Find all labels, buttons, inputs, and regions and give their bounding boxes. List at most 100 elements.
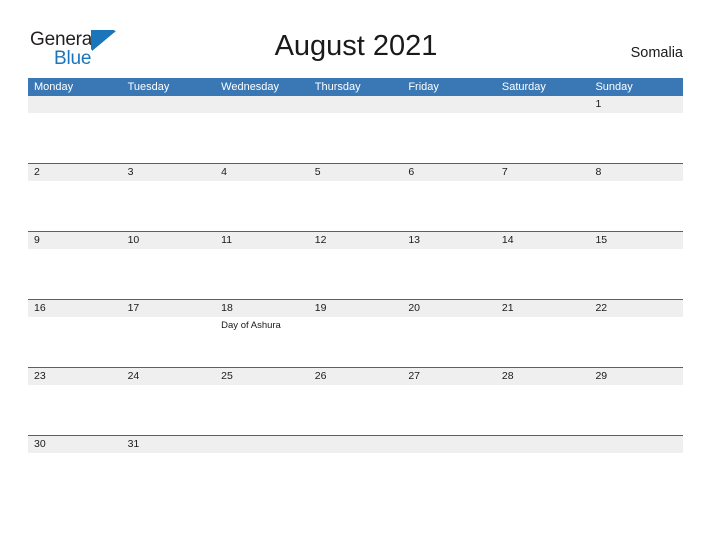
day-events-cell (496, 317, 590, 367)
day-events-cell (402, 249, 496, 299)
day-number-30[interactable]: 30 (28, 436, 122, 453)
day-events-cell (215, 113, 309, 163)
day-number-13[interactable]: 13 (402, 232, 496, 249)
day-events-cell (309, 385, 403, 435)
day-events-cell (28, 385, 122, 435)
calendar-page: General Blue August 2021 Somalia Monday T… (0, 0, 712, 550)
calendar-weeks: 1 2 3 4 5 6 7 8 9 10 11 12 13 14 15 16 17 18 19 20 21 22 Day o… (28, 96, 683, 503)
day-events-cell (589, 317, 683, 367)
weekday-header-tuesday: Tuesday (127, 81, 170, 93)
day-number-14[interactable]: 14 (496, 232, 590, 249)
calendar-week-row: 16 17 18 19 20 21 22 Day of Ashura (28, 300, 683, 368)
day-events-cell: Day of Ashura (215, 317, 309, 367)
weekday-header-saturday: Saturday (501, 81, 546, 93)
weekday-header-thursday: Thursday (314, 81, 361, 93)
day-events-cell (402, 113, 496, 163)
day-events-band (28, 181, 683, 231)
day-events-cell (28, 113, 122, 163)
day-number-15[interactable]: 15 (589, 232, 683, 249)
day-cell-empty (122, 96, 216, 113)
calendar-grid: Monday Tuesday Wednesday Thursday Friday Satu… (28, 78, 683, 503)
day-events-cell (402, 317, 496, 367)
day-events-cell (122, 181, 216, 231)
day-events-cell (28, 249, 122, 299)
day-cell-empty (28, 96, 122, 113)
day-number-23[interactable]: 23 (28, 368, 122, 385)
calendar-week-row: 2345678 (28, 164, 683, 232)
day-cell-empty (496, 436, 590, 453)
day-events-cell (402, 453, 496, 503)
day-events-cell (309, 249, 403, 299)
day-number-3[interactable]: 3 (122, 164, 216, 181)
day-number-22[interactable]: 22 (589, 300, 683, 317)
day-number-19[interactable]: 19 (309, 300, 403, 317)
day-number-16[interactable]: 16 (28, 300, 122, 317)
day-number-band: 9 10 11 12 13 14 15 (28, 232, 683, 249)
day-number-25[interactable]: 25 (215, 368, 309, 385)
day-events-cell (496, 453, 590, 503)
day-number-band: 2345678 (28, 164, 683, 181)
day-cell-empty (309, 96, 403, 113)
day-events-cell (309, 113, 403, 163)
day-number-band: 23 24 25 26 27 28 29 (28, 368, 683, 385)
calendar-week-row: 1 (28, 96, 683, 164)
day-number-band: 30 31 (28, 436, 683, 453)
day-cell-empty (215, 436, 309, 453)
day-events-cell (122, 385, 216, 435)
day-events-band (28, 385, 683, 435)
day-cell-empty (309, 436, 403, 453)
day-events-cell (589, 385, 683, 435)
day-number-8[interactable]: 8 (589, 164, 683, 181)
calendar-week-row: 30 31 (28, 436, 683, 503)
day-number-21[interactable]: 21 (496, 300, 590, 317)
day-number-18[interactable]: 18 (215, 300, 309, 317)
day-events-cell (122, 249, 216, 299)
day-events-band (28, 113, 683, 163)
page-title: August 2021 (274, 30, 438, 62)
day-number-12[interactable]: 12 (309, 232, 403, 249)
day-number-31[interactable]: 31 (122, 436, 216, 453)
day-events-cell (402, 181, 496, 231)
day-events-cell (589, 113, 683, 163)
day-number-28[interactable]: 28 (496, 368, 590, 385)
day-number-5[interactable]: 5 (309, 164, 403, 181)
day-number-24[interactable]: 24 (122, 368, 216, 385)
day-number-11[interactable]: 11 (215, 232, 309, 249)
day-events-cell (122, 453, 216, 503)
day-events-cell (496, 249, 590, 299)
day-events-cell (589, 249, 683, 299)
day-number-4[interactable]: 4 (215, 164, 309, 181)
day-cell-empty (589, 436, 683, 453)
day-events-band (28, 249, 683, 299)
day-events-cell (309, 317, 403, 367)
day-number-9[interactable]: 9 (28, 232, 122, 249)
day-events-cell (402, 385, 496, 435)
calendar-week-row: 9 10 11 12 13 14 15 (28, 232, 683, 300)
day-number-6[interactable]: 6 (402, 164, 496, 181)
day-number-17[interactable]: 17 (122, 300, 216, 317)
day-number-7[interactable]: 7 (496, 164, 590, 181)
weekday-header-row: Monday Tuesday Wednesday Thursday Friday Satu… (28, 78, 683, 96)
holiday-event-label[interactable]: Day of Ashura (221, 320, 304, 332)
day-events-cell (28, 181, 122, 231)
day-number-20[interactable]: 20 (402, 300, 496, 317)
day-events-cell (122, 317, 216, 367)
day-number-29[interactable]: 29 (589, 368, 683, 385)
day-events-cell (122, 113, 216, 163)
day-number-27[interactable]: 27 (402, 368, 496, 385)
day-events-cell (496, 181, 590, 231)
day-events-band (28, 453, 683, 503)
day-events-cell (309, 181, 403, 231)
day-events-cell (309, 453, 403, 503)
day-number-2[interactable]: 2 (28, 164, 122, 181)
weekday-header-monday: Monday (34, 81, 74, 93)
day-number-10[interactable]: 10 (122, 232, 216, 249)
day-cell-empty (402, 96, 496, 113)
day-number-band: 1 (28, 96, 683, 113)
day-events-cell (215, 181, 309, 231)
day-number-1[interactable]: 1 (589, 96, 683, 113)
day-number-26[interactable]: 26 (309, 368, 403, 385)
day-events-band: Day of Ashura (28, 317, 683, 367)
day-cell-empty (402, 436, 496, 453)
weekday-header-friday: Friday (408, 81, 439, 93)
